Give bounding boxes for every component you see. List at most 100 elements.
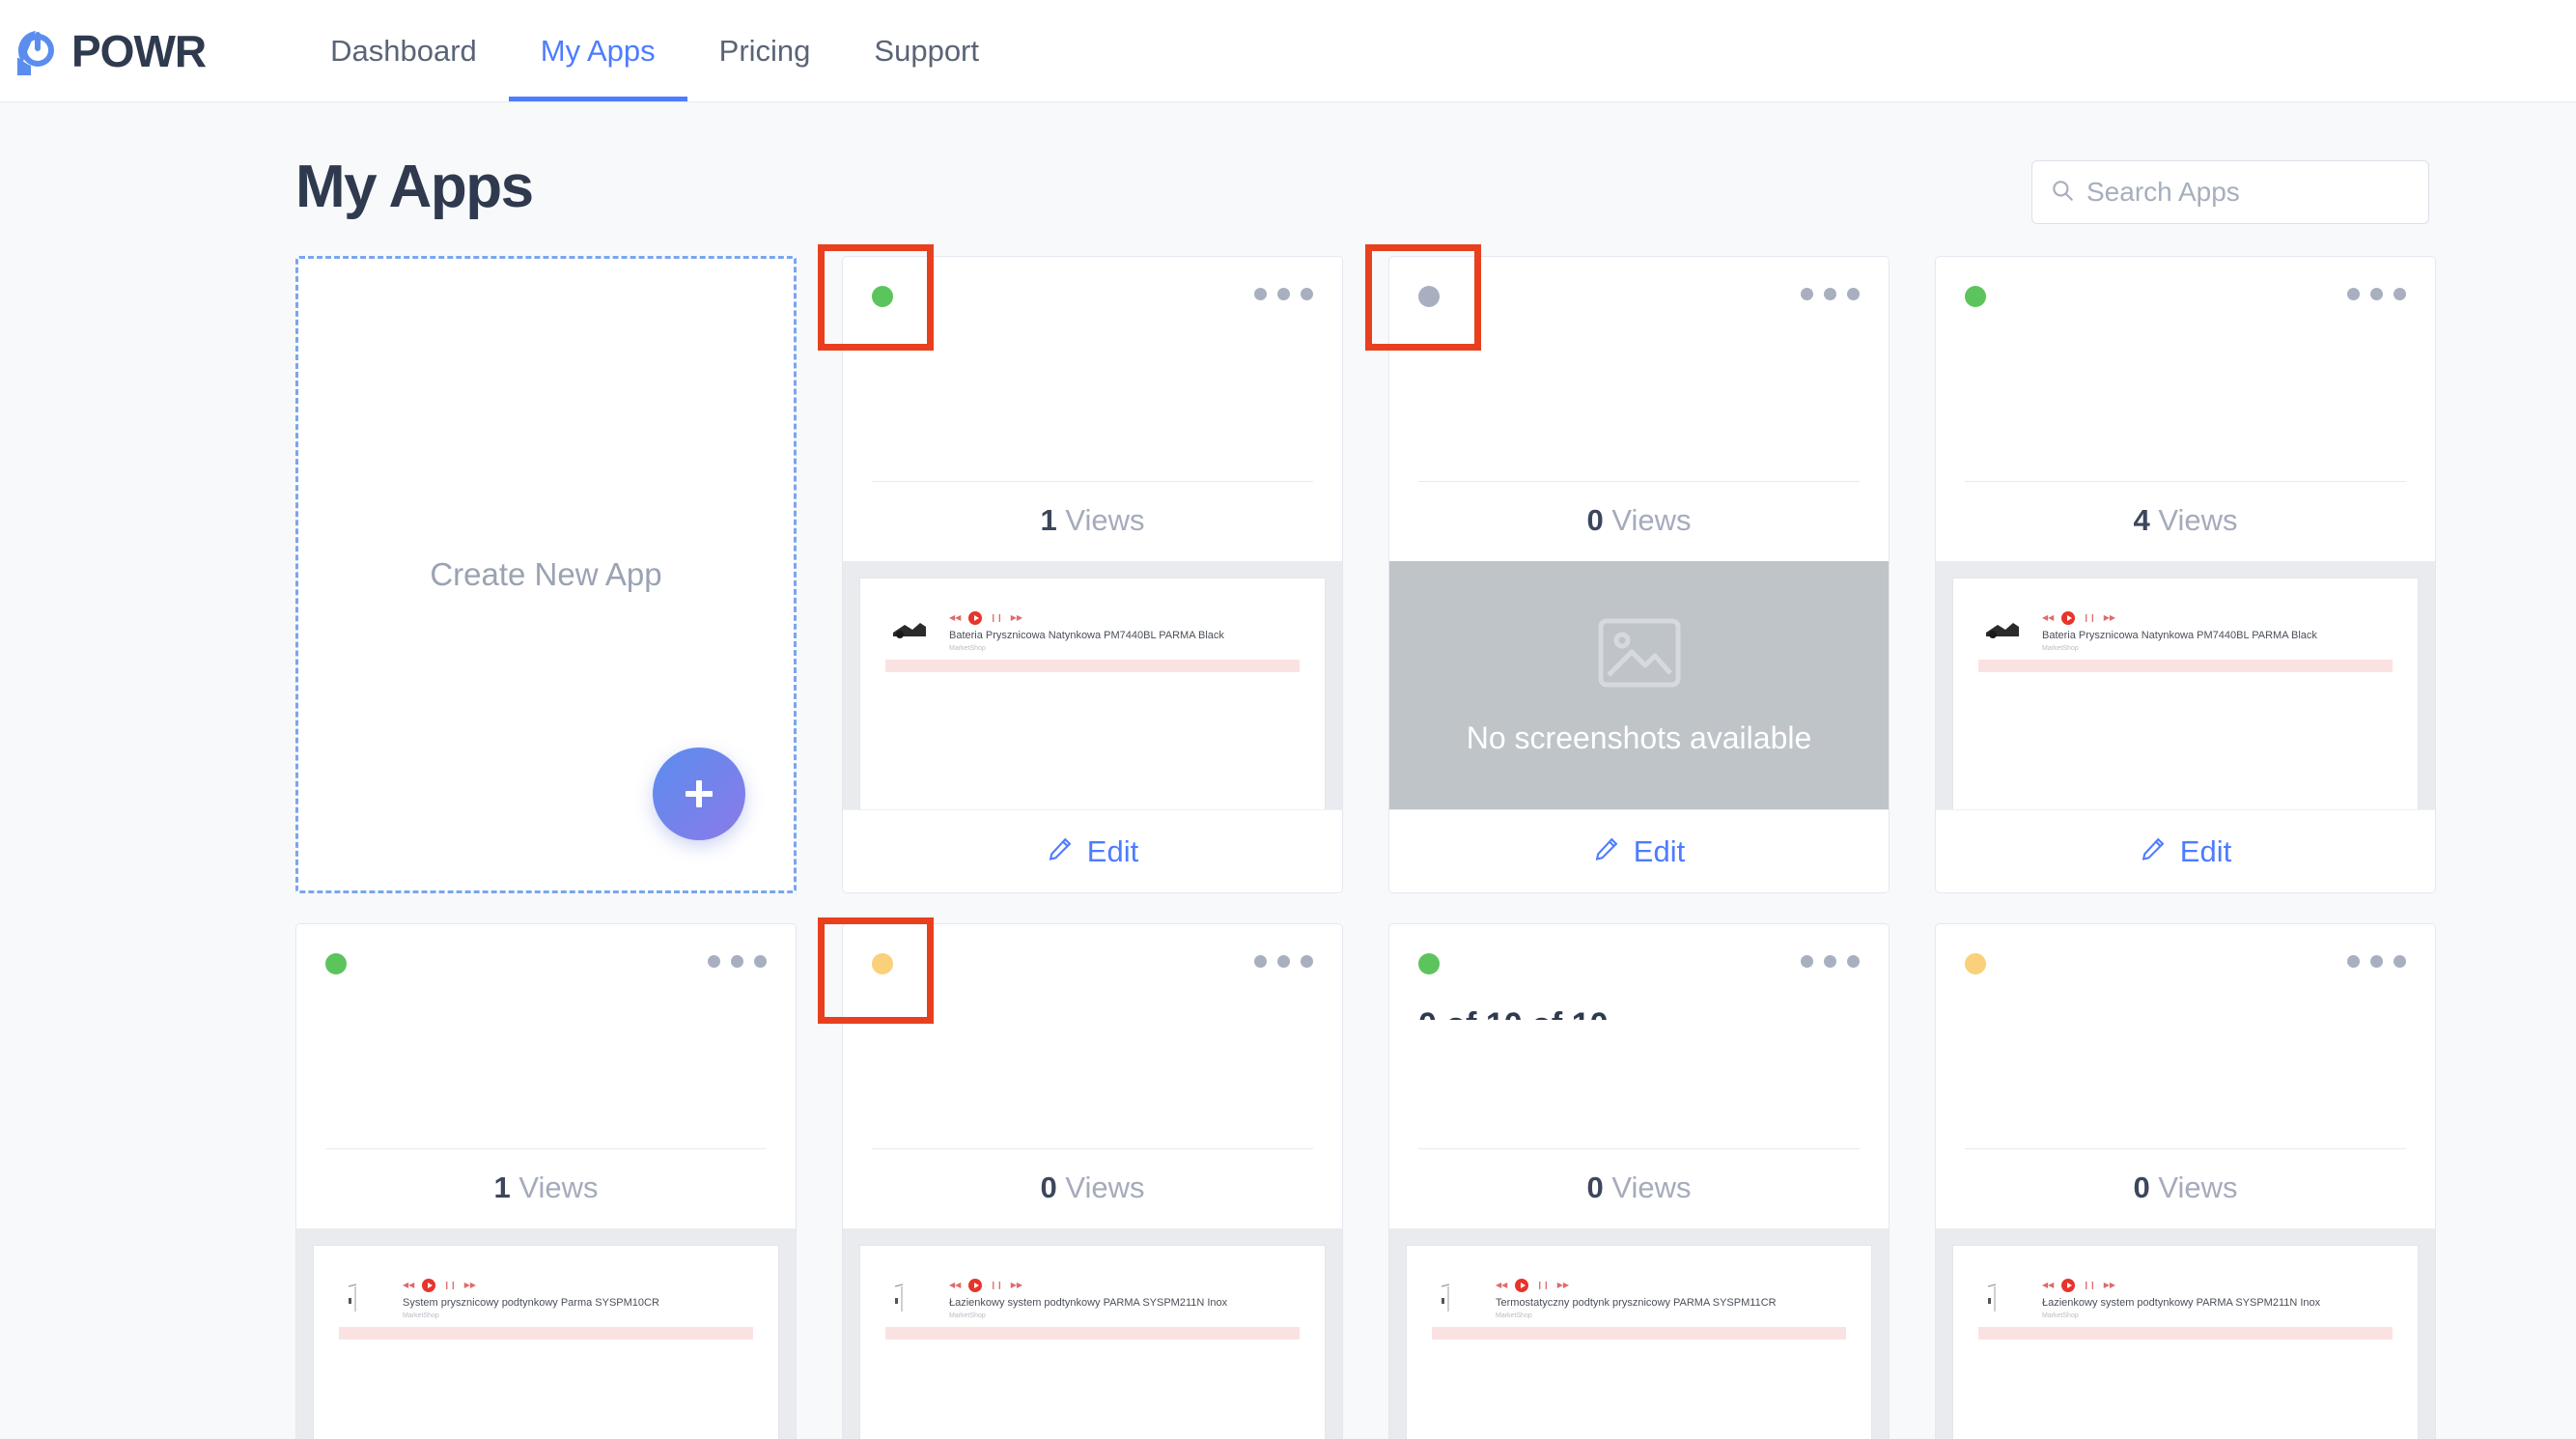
brand-logo[interactable]: POWR [15, 25, 207, 76]
next-track-icon[interactable]: ▶▶ [1557, 1282, 1569, 1289]
edit-app-button[interactable]: Edit [1389, 809, 1889, 892]
app-card[interactable]: 0 Views ◀◀ ❙❙ ▶▶ Łazienkowy system podty… [842, 923, 1343, 1439]
app-card[interactable]: 0 of 10 of 10 0 Views ◀◀ ❙❙ ▶▶ [1388, 923, 1890, 1439]
app-card-header [296, 924, 796, 1148]
app-card[interactable]: 0 Views ◀◀ ❙❙ ▶▶ Łazienkowy system podty… [1935, 923, 2436, 1439]
nav-item-my-apps[interactable]: My Apps [508, 0, 687, 101]
pause-icon[interactable]: ❙❙ [990, 614, 1002, 622]
status-badge [872, 286, 893, 307]
pause-icon[interactable]: ❙❙ [990, 1282, 1002, 1289]
search-input[interactable] [2086, 177, 2411, 208]
pencil-icon [2140, 835, 2167, 867]
media-subtitle: MarketShop [403, 1312, 439, 1319]
media-subtitle: MarketShop [949, 644, 986, 652]
pause-icon[interactable]: ❙❙ [1536, 1282, 1549, 1289]
app-card-title [1965, 1006, 2406, 1045]
pause-icon[interactable]: ❙❙ [443, 1282, 456, 1289]
media-subtitle: MarketShop [949, 1312, 986, 1319]
next-track-icon[interactable]: ▶▶ [1011, 614, 1022, 622]
views-count: 0 [1586, 1171, 1604, 1204]
app-card[interactable]: 1 Views ◀◀ ❙❙ ▶▶ System prysznicowy podt… [295, 923, 797, 1439]
views-label: Views [1611, 1171, 1692, 1204]
media-player-controls[interactable]: ◀◀ ❙❙ ▶▶ [949, 611, 1300, 625]
app-card-screenshot: ◀◀ ❙❙ ▶▶ Bateria Prysznicowa Natynkowa P… [843, 561, 1342, 809]
views-count: 4 [2133, 503, 2150, 537]
media-player-controls[interactable]: ◀◀ ❙❙ ▶▶ [403, 1279, 753, 1292]
media-subtitle: MarketShop [2042, 1312, 2079, 1319]
media-player-controls[interactable]: ◀◀ ❙❙ ▶▶ [1496, 1279, 1846, 1292]
media-progress-bar[interactable] [1432, 1326, 1846, 1340]
app-card[interactable]: 0 Views No screenshots available Edit [1388, 256, 1890, 893]
app-card-views: 0 Views [872, 1148, 1313, 1228]
nav-item-pricing[interactable]: Pricing [687, 0, 843, 101]
status-badge [1418, 286, 1440, 307]
product-thumbnail-icon [1978, 1279, 2029, 1315]
prev-track-icon[interactable]: ◀◀ [949, 1282, 961, 1289]
more-options-icon[interactable] [1801, 288, 1860, 300]
more-options-icon[interactable] [2347, 955, 2406, 968]
nav-item-dashboard[interactable]: Dashboard [298, 0, 509, 101]
prev-track-icon[interactable]: ◀◀ [2042, 1282, 2054, 1289]
media-player-controls[interactable]: ◀◀ ❙❙ ▶▶ [949, 1279, 1300, 1292]
page-header: My Apps [0, 102, 2576, 224]
more-options-icon[interactable] [1801, 955, 1860, 968]
app-card-title [1418, 339, 1860, 378]
app-card-views: 0 Views [1418, 1148, 1860, 1228]
prev-track-icon[interactable]: ◀◀ [403, 1282, 414, 1289]
media-progress-bar[interactable] [339, 1326, 753, 1340]
next-track-icon[interactable]: ▶▶ [2104, 1282, 2115, 1289]
prev-track-icon[interactable]: ◀◀ [949, 614, 961, 622]
media-progress-bar[interactable] [885, 1326, 1300, 1340]
plus-icon [678, 773, 720, 815]
app-card[interactable]: 4 Views ◀◀ ❙❙ ▶▶ Bateria Prysznicowa Nat… [1935, 256, 2436, 893]
top-navigation-bar: POWR Dashboard My Apps Pricing Support [0, 0, 2576, 102]
next-track-icon[interactable]: ▶▶ [2104, 614, 2115, 622]
create-new-app-fab-button[interactable] [653, 748, 745, 840]
main-nav-links: Dashboard My Apps Pricing Support [298, 0, 1011, 101]
media-player-controls[interactable]: ◀◀ ❙❙ ▶▶ [2042, 1279, 2393, 1292]
prev-track-icon[interactable]: ◀◀ [2042, 614, 2054, 622]
media-progress-bar[interactable] [1978, 659, 2393, 672]
views-count: 0 [1586, 503, 1604, 537]
search-icon [2050, 178, 2075, 208]
search-apps-box[interactable] [2031, 160, 2429, 224]
media-title: Łazienkowy system podtynkowy PARMA SYSPM… [949, 1297, 1228, 1309]
more-options-icon[interactable] [708, 955, 767, 968]
edit-app-button[interactable]: Edit [843, 809, 1342, 892]
views-label: Views [2158, 1171, 2238, 1204]
page-title: My Apps [295, 153, 534, 220]
create-new-app-tile[interactable]: Create New App [295, 256, 797, 893]
media-player-controls[interactable]: ◀◀ ❙❙ ▶▶ [2042, 611, 2393, 625]
pause-icon[interactable]: ❙❙ [2083, 614, 2095, 622]
more-options-icon[interactable] [2347, 288, 2406, 300]
play-icon[interactable] [1515, 1279, 1529, 1292]
app-card[interactable]: 1 Views ◀◀ ❙❙ ▶▶ Bateria Prysznicowa Nat… [842, 256, 1343, 893]
play-icon[interactable] [2061, 611, 2076, 625]
brand-name: POWR [71, 25, 207, 76]
play-icon[interactable] [968, 611, 983, 625]
play-icon[interactable] [968, 1279, 983, 1292]
pause-icon[interactable]: ❙❙ [2083, 1282, 2095, 1289]
media-progress-bar[interactable] [1978, 1326, 2393, 1340]
app-card-screenshot: ◀◀ ❙❙ ▶▶ Łazienkowy system podtynkowy PA… [843, 1228, 1342, 1439]
pencil-icon [1593, 835, 1620, 867]
app-card-views: 1 Views [325, 1148, 767, 1228]
product-thumbnail-icon [1432, 1279, 1482, 1315]
views-count: 0 [1040, 1171, 1057, 1204]
more-options-icon[interactable] [1254, 288, 1313, 300]
status-badge [1965, 286, 1986, 307]
app-card-title: 0 of 10 of 10 [1418, 1006, 1860, 1020]
prev-track-icon[interactable]: ◀◀ [1496, 1282, 1507, 1289]
app-card-header [1936, 257, 2435, 481]
edit-app-button[interactable]: Edit [1936, 809, 2435, 892]
media-progress-bar[interactable] [885, 659, 1300, 672]
views-count: 1 [493, 1171, 511, 1204]
play-icon[interactable] [422, 1279, 436, 1292]
edit-label: Edit [1086, 833, 1139, 868]
more-options-icon[interactable] [1254, 955, 1313, 968]
play-icon[interactable] [2061, 1279, 2076, 1292]
next-track-icon[interactable]: ▶▶ [1011, 1282, 1022, 1289]
nav-item-support[interactable]: Support [842, 0, 1011, 101]
apps-grid-row-1: Create New App 1 Views ◀◀ ❙❙ ▶▶ Bateria … [0, 256, 2576, 893]
next-track-icon[interactable]: ▶▶ [464, 1282, 476, 1289]
